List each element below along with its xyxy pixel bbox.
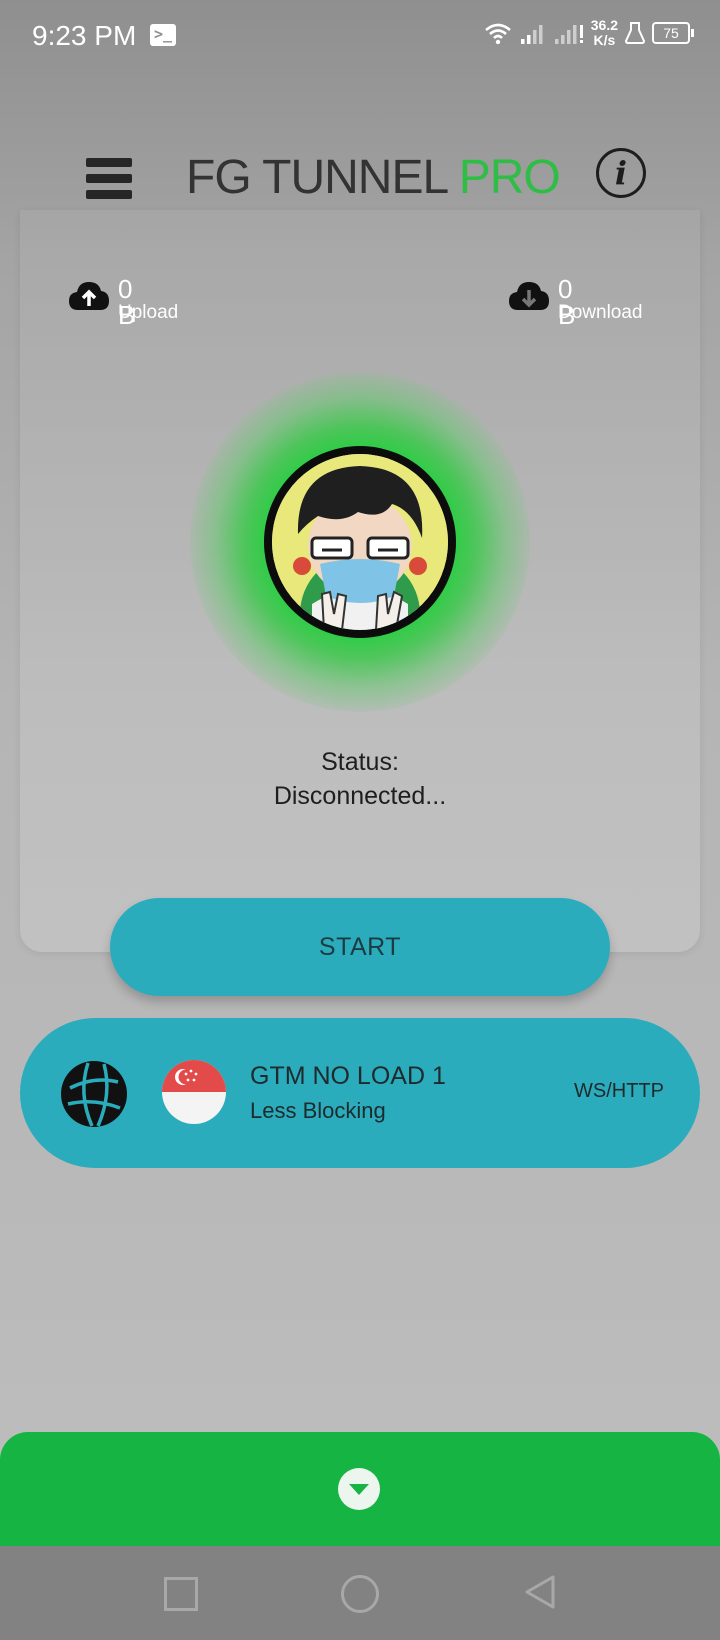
download-label: Download [558,302,643,323]
net-speed: 36.2 K/s [591,18,618,48]
app-title-accent: PRO [458,151,561,204]
hamburger-menu-icon[interactable] [86,158,132,202]
connect-avatar-button[interactable] [264,446,456,638]
back-triangle-icon[interactable] [523,1574,557,1610]
home-circle-icon[interactable] [341,1575,379,1613]
app-title-main: FG TUNNEL [186,151,447,204]
net-speed-value: 36.2 [590,17,618,33]
network-globe-icon [61,1061,127,1127]
upload-label: Upload [118,302,179,323]
terminal-icon: >_ [150,24,176,46]
terminal-glyph: >_ [154,25,173,43]
status-text: Disconnected... [273,782,447,810]
singapore-flag-icon [162,1060,226,1124]
server-selector[interactable]: GTM NO LOAD 1 Less Blocking WS/HTTP [20,1018,700,1168]
server-subtitle: Less Blocking [250,1098,386,1123]
signal-icon [554,25,583,44]
status-label: Status: [321,748,399,776]
status-icons: 36.2 K/s 75 [483,18,694,48]
clock: 9:23 PM [32,20,137,51]
wifi-icon [484,23,511,45]
info-icon[interactable]: i [596,148,646,198]
start-button[interactable]: START [110,898,610,996]
battery-icon: 75 [652,22,694,44]
signal-icon [520,25,543,44]
cloud-upload-icon [69,282,109,310]
cloud-download-icon [509,282,549,310]
net-speed-unit: K/s [593,32,616,48]
status-bar: 9:23 PM >_ 36.2 K/s 75 [0,0,720,74]
lab-flask-icon [624,22,646,44]
server-name: GTM NO LOAD 1 [250,1062,446,1090]
avatar-image [272,454,448,630]
app-title: FG TUNNEL PRO [186,150,561,205]
chevron-down-icon[interactable] [338,1468,380,1510]
server-protocol: WS/HTTP [574,1080,664,1102]
recents-square-icon[interactable] [164,1577,198,1611]
